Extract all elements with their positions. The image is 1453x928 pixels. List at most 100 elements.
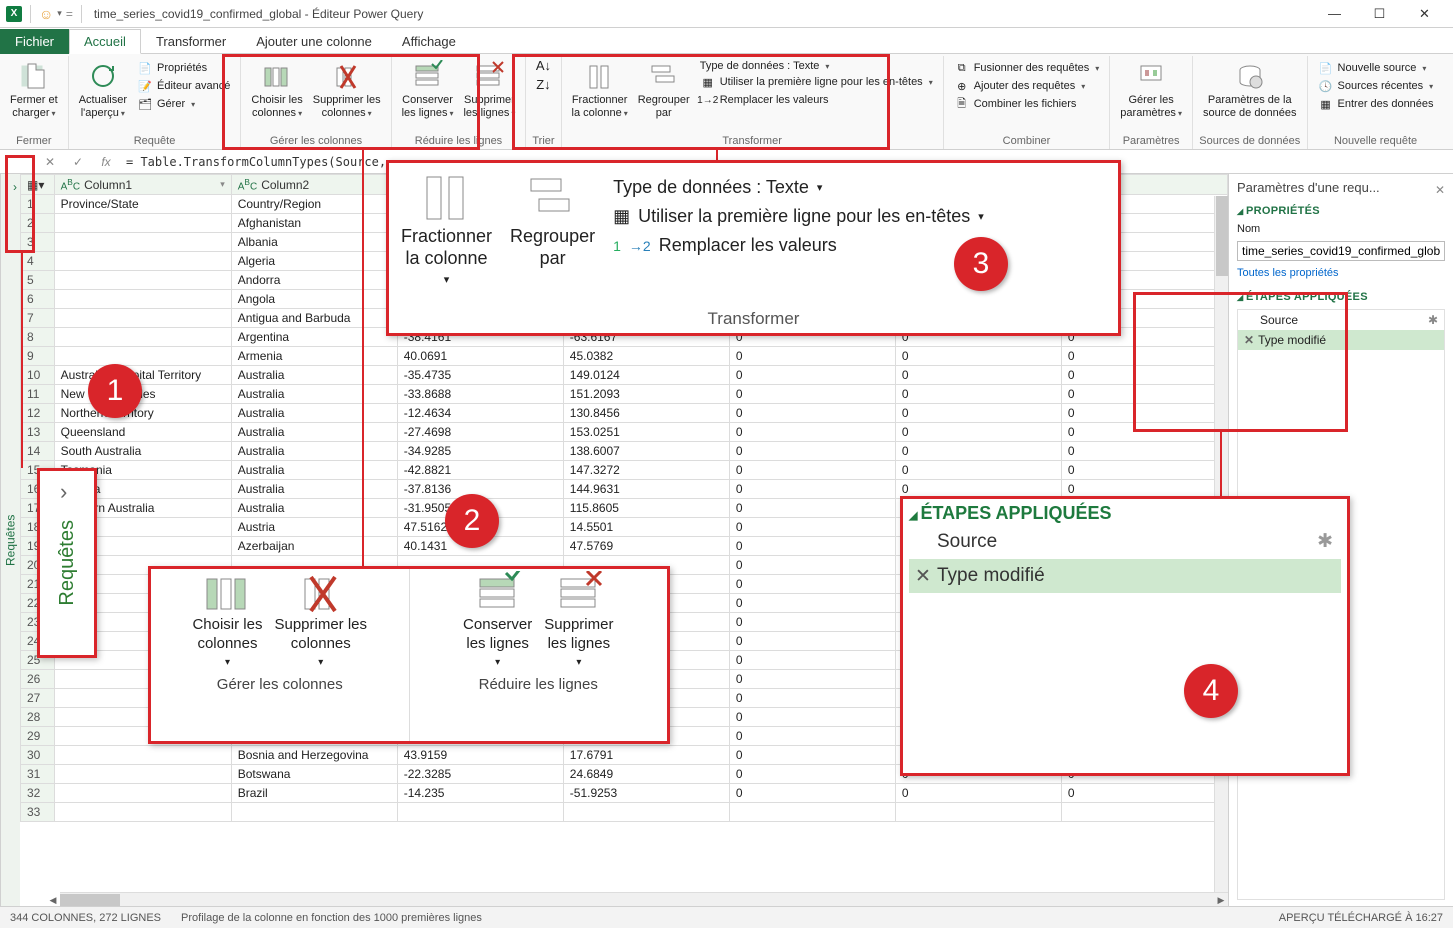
group-combine-label: Combiner: [1003, 135, 1051, 147]
annotation-badge-4: 4: [1184, 664, 1238, 718]
replace-values-button[interactable]: 1→2Remplacer les valeurs: [700, 92, 829, 108]
tab-transform[interactable]: Transformer: [141, 29, 241, 54]
group-manage-cols-label: Gérer les colonnes: [270, 135, 362, 147]
status-bar: 344 COLONNES, 272 LIGNES Profilage de la…: [0, 906, 1453, 928]
annotation-badge-3: 3: [954, 237, 1008, 291]
adv-editor-icon: 📝: [137, 78, 153, 94]
annotation-line-2a: [362, 150, 364, 566]
name-label: Nom: [1237, 223, 1445, 235]
remove-columns-icon: [331, 60, 363, 92]
table-row[interactable]: 32Brazil-14.235-51.9253000: [21, 784, 1228, 803]
table-row[interactable]: 14South AustraliaAustralia-34.9285138.60…: [21, 442, 1228, 461]
new-source-button[interactable]: 📄Nouvelle source: [1318, 60, 1427, 76]
step-source[interactable]: Source✱: [1238, 310, 1444, 330]
recent-icon: 🕓: [1318, 78, 1334, 94]
merge-queries-button[interactable]: ⧉Fusionner des requêtes: [954, 60, 1100, 76]
step-changed-type[interactable]: ✕Type modifié: [1238, 330, 1444, 350]
data-type-button[interactable]: Type de données : Texte: [700, 60, 830, 72]
refresh-preview-button[interactable]: Actualiser l'aperçu: [75, 58, 131, 122]
annotation-badge-2: 2: [445, 494, 499, 548]
manage-icon: 🗂: [137, 96, 153, 112]
delete-step-icon[interactable]: ✕: [1244, 333, 1254, 347]
tab-view[interactable]: Affichage: [387, 29, 471, 54]
settings-close-icon[interactable]: ✕: [1435, 183, 1445, 197]
corner-cell[interactable]: ▦▾: [21, 175, 55, 195]
headers-icon: ▦: [700, 74, 716, 90]
table-row[interactable]: 33: [21, 803, 1228, 822]
append-queries-button[interactable]: ⊕Ajouter des requêtes: [954, 78, 1086, 94]
column-header-2[interactable]: ABCColumn2▾: [231, 175, 397, 195]
recent-sources-button[interactable]: 🕓Sources récentes: [1318, 78, 1434, 94]
tab-addcolumn[interactable]: Ajouter une colonne: [241, 29, 387, 54]
combine-files-button[interactable]: 🗎Combiner les fichiers: [954, 96, 1077, 112]
gear-icon[interactable]: ✱: [1428, 313, 1438, 327]
close-button[interactable]: ✕: [1402, 0, 1447, 28]
sort-desc-button[interactable]: Z↓: [536, 77, 550, 92]
group-query-label: Requête: [134, 135, 176, 147]
combine-files-icon: 🗎: [954, 96, 970, 112]
new-source-icon: 📄: [1318, 60, 1334, 76]
ribbon: Fermer et charger Fermer Actualiser l'ap…: [0, 54, 1453, 150]
use-first-row-headers-button[interactable]: ▦Utiliser la première ligne pour les en-…: [700, 74, 933, 90]
fx-icon[interactable]: fx: [96, 155, 116, 169]
maximize-button[interactable]: ☐: [1357, 0, 1402, 28]
keep-rows-button[interactable]: Conserver les lignes: [398, 58, 458, 122]
sort-asc-button[interactable]: A↓: [536, 58, 551, 73]
data-source-settings-button[interactable]: Paramètres de la source de données: [1199, 58, 1301, 122]
all-properties-link[interactable]: Toutes les propriétés: [1237, 267, 1445, 279]
table-row[interactable]: 11New South WalesAustralia-33.8688151.20…: [21, 385, 1228, 404]
split-column-button[interactable]: Fractionner la colonne: [568, 58, 632, 122]
split-column-icon: [584, 60, 616, 92]
advanced-editor-button[interactable]: 📝Éditeur avancé: [137, 78, 230, 94]
section-applied-steps: ÉTAPES APPLIQUÉES: [1237, 291, 1445, 303]
properties-button[interactable]: 📄Propriétés: [137, 60, 207, 76]
section-properties: PROPRIÉTÉS: [1237, 205, 1445, 217]
group-newquery-label: Nouvelle requête: [1334, 135, 1417, 147]
merge-icon: ⧉: [954, 60, 970, 76]
table-row[interactable]: 12Northern TerritoryAustralia-12.4634130…: [21, 404, 1228, 423]
queries-pane-collapsed[interactable]: Requêtes: [0, 174, 20, 906]
qat-dropdown-icon[interactable]: ▾: [57, 8, 62, 19]
table-row[interactable]: 13QueenslandAustralia-27.4698153.0251000: [21, 423, 1228, 442]
parameters-icon: [1135, 60, 1167, 92]
smiley-icon[interactable]: ☺: [39, 6, 53, 22]
minimize-button[interactable]: —: [1312, 0, 1357, 28]
headers-icon-big: ▦: [613, 206, 630, 227]
group-reduce-rows-label: Réduire les lignes: [415, 135, 502, 147]
group-by-button[interactable]: Regrouper par: [634, 58, 694, 122]
replace-icon: 1→2: [700, 92, 716, 108]
status-profiling[interactable]: Profilage de la colonne en fonction des …: [181, 912, 482, 924]
remove-rows-icon: [473, 60, 505, 92]
choose-columns-button[interactable]: Choisir les colonnes: [247, 58, 306, 122]
close-and-load-button[interactable]: Fermer et charger: [6, 58, 62, 122]
horizontal-scrollbar[interactable]: ◀▶: [60, 892, 1228, 906]
manage-button[interactable]: 🗂Gérer: [137, 96, 195, 112]
column-header-1[interactable]: ABCColumn1▾: [54, 175, 231, 195]
tab-home[interactable]: Accueil: [69, 29, 141, 54]
table-row[interactable]: 15TasmaniaAustralia-42.8821147.3272000: [21, 461, 1228, 480]
table-row[interactable]: 10Australian Capital TerritoryAustralia-…: [21, 366, 1228, 385]
formula-cancel-button[interactable]: ✕: [40, 155, 60, 169]
query-name-input[interactable]: [1237, 241, 1445, 261]
properties-icon: 📄: [137, 60, 153, 76]
refresh-icon: [87, 60, 119, 92]
tab-file[interactable]: Fichier: [0, 29, 69, 54]
datasource-icon: [1234, 60, 1266, 92]
gear-icon-big: ✱: [1317, 530, 1333, 553]
manage-parameters-button[interactable]: Gérer les paramètres: [1116, 58, 1186, 122]
annotation-line-1: [21, 253, 23, 468]
choose-columns-icon: [261, 60, 293, 92]
formula-accept-button[interactable]: ✓: [68, 155, 88, 169]
enter-data-icon: ▦: [1318, 96, 1334, 112]
status-columns-rows: 344 COLONNES, 272 LIGNES: [10, 912, 161, 924]
enter-data-button[interactable]: ▦Entrer des données: [1318, 96, 1434, 112]
remove-rows-button[interactable]: Supprimer les lignes: [459, 58, 519, 122]
append-icon: ⊕: [954, 78, 970, 94]
settings-title: Paramètres d'une requ...: [1237, 180, 1380, 195]
close-load-icon: [18, 60, 50, 92]
annotation-callout-queries: › Requêtes: [37, 468, 97, 658]
group-ds-label: Sources de données: [1199, 135, 1300, 147]
remove-columns-button[interactable]: Supprimer les colonnes: [309, 58, 385, 122]
annotation-callout-2: Choisir les colonnes▾ Supprimer les colo…: [148, 566, 670, 744]
table-row[interactable]: 9Armenia40.069145.0382000: [21, 347, 1228, 366]
